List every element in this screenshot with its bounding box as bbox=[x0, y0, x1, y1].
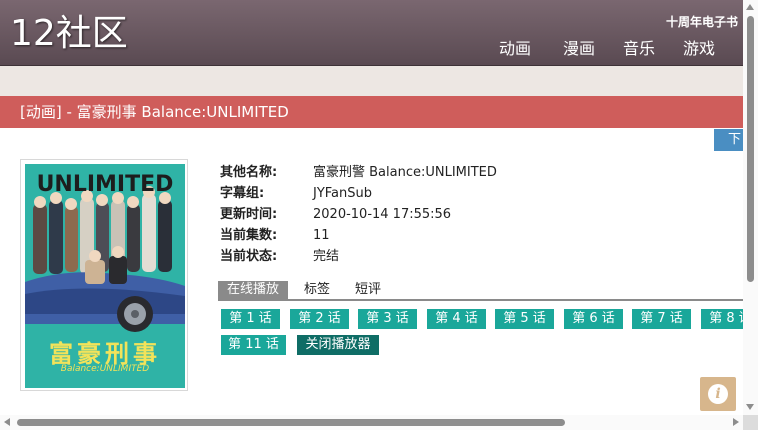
info-value: 富豪刑警 Balance:UNLIMITED bbox=[313, 165, 497, 180]
ebook-link[interactable]: 十周年电子书 bbox=[666, 13, 738, 30]
episode-button[interactable]: 第 8 话 bbox=[701, 309, 743, 329]
info-row-alias: 其他名称: 富豪刑警 Balance:UNLIMITED bbox=[220, 162, 497, 183]
episode-button[interactable]: 第 11 话 bbox=[221, 335, 286, 355]
episode-button[interactable]: 第 5 话 bbox=[495, 309, 554, 329]
poster-title-en: UNLIMITED bbox=[36, 172, 174, 197]
poster-subtitle: Balance:UNLIMITED bbox=[60, 364, 150, 374]
info-label: 当前状态: bbox=[220, 249, 278, 264]
info-row-status: 当前状态: 完结 bbox=[220, 246, 497, 267]
info-label: 当前集数: bbox=[220, 228, 278, 243]
title-bar: [动画] - 富豪刑事 Balance:UNLIMITED bbox=[0, 96, 743, 128]
tab-tags[interactable]: 标签 bbox=[295, 281, 339, 299]
scroll-left-arrow-icon[interactable] bbox=[4, 418, 10, 426]
poster-frame: UNLIMITED 富豪刑事 Balance:UNLIMITED bbox=[20, 159, 188, 391]
episode-button[interactable]: 第 3 话 bbox=[358, 309, 417, 329]
site-header: 12社区 十周年电子书 动画 漫画 音乐 游戏 bbox=[0, 0, 743, 66]
poster-image: UNLIMITED 富豪刑事 Balance:UNLIMITED bbox=[25, 164, 185, 388]
info-value: 11 bbox=[313, 228, 330, 243]
main-nav: 动画 漫画 音乐 游戏 bbox=[499, 38, 729, 60]
info-row-updated: 更新时间: 2020-10-14 17:55:56 bbox=[220, 204, 497, 225]
header-band bbox=[0, 66, 743, 96]
nav-item-manga[interactable]: 漫画 bbox=[549, 38, 609, 60]
scroll-down-arrow-icon[interactable] bbox=[746, 404, 754, 410]
info-row-subgroup: 字幕组: JYFanSub bbox=[220, 183, 497, 204]
download-button[interactable]: 下 bbox=[714, 129, 743, 151]
info-label: 其他名称: bbox=[220, 165, 278, 180]
horizontal-scrollbar[interactable] bbox=[0, 415, 743, 430]
vertical-scroll-thumb[interactable] bbox=[747, 16, 754, 282]
page-viewport: 12社区 十周年电子书 动画 漫画 音乐 游戏 [动画] - 富豪刑事 Bala… bbox=[0, 0, 743, 415]
episode-button[interactable]: 第 4 话 bbox=[427, 309, 486, 329]
info-value: 2020-10-14 17:55:56 bbox=[313, 207, 452, 222]
scroll-up-arrow-icon[interactable] bbox=[746, 4, 754, 10]
info-row-episodes: 当前集数: 11 bbox=[220, 225, 497, 246]
info-button[interactable]: i bbox=[700, 377, 736, 411]
page-title: [动画] - 富豪刑事 Balance:UNLIMITED bbox=[20, 103, 289, 121]
episode-button[interactable]: 第 7 话 bbox=[632, 309, 691, 329]
scroll-right-arrow-icon[interactable] bbox=[733, 418, 739, 426]
info-value: JYFanSub bbox=[313, 186, 373, 201]
info-icon: i bbox=[708, 384, 728, 404]
info-value: 完结 bbox=[313, 249, 340, 264]
vertical-scrollbar[interactable] bbox=[743, 0, 758, 415]
tab-online-play[interactable]: 在线播放 bbox=[218, 281, 289, 299]
site-logo[interactable]: 12社区 bbox=[10, 12, 128, 56]
episode-button[interactable]: 第 6 话 bbox=[564, 309, 623, 329]
nav-item-music[interactable]: 音乐 bbox=[609, 38, 669, 60]
episode-button[interactable]: 第 1 话 bbox=[221, 309, 280, 329]
scrollbar-corner bbox=[743, 415, 758, 430]
nav-item-anime[interactable]: 动画 bbox=[499, 38, 549, 60]
horizontal-scroll-thumb[interactable] bbox=[17, 419, 565, 426]
info-label: 更新时间: bbox=[220, 207, 278, 222]
tab-short-reviews[interactable]: 短评 bbox=[346, 281, 390, 299]
content-tabs: 在线播放 标签 短评 bbox=[218, 281, 743, 301]
nav-item-games[interactable]: 游戏 bbox=[669, 38, 729, 60]
episode-button[interactable]: 第 2 话 bbox=[290, 309, 349, 329]
info-label: 字幕组: bbox=[220, 186, 265, 201]
close-player-button[interactable]: 关闭播放器 bbox=[297, 335, 379, 355]
info-table: 其他名称: 富豪刑警 Balance:UNLIMITED 字幕组: JYFanS… bbox=[220, 162, 497, 267]
